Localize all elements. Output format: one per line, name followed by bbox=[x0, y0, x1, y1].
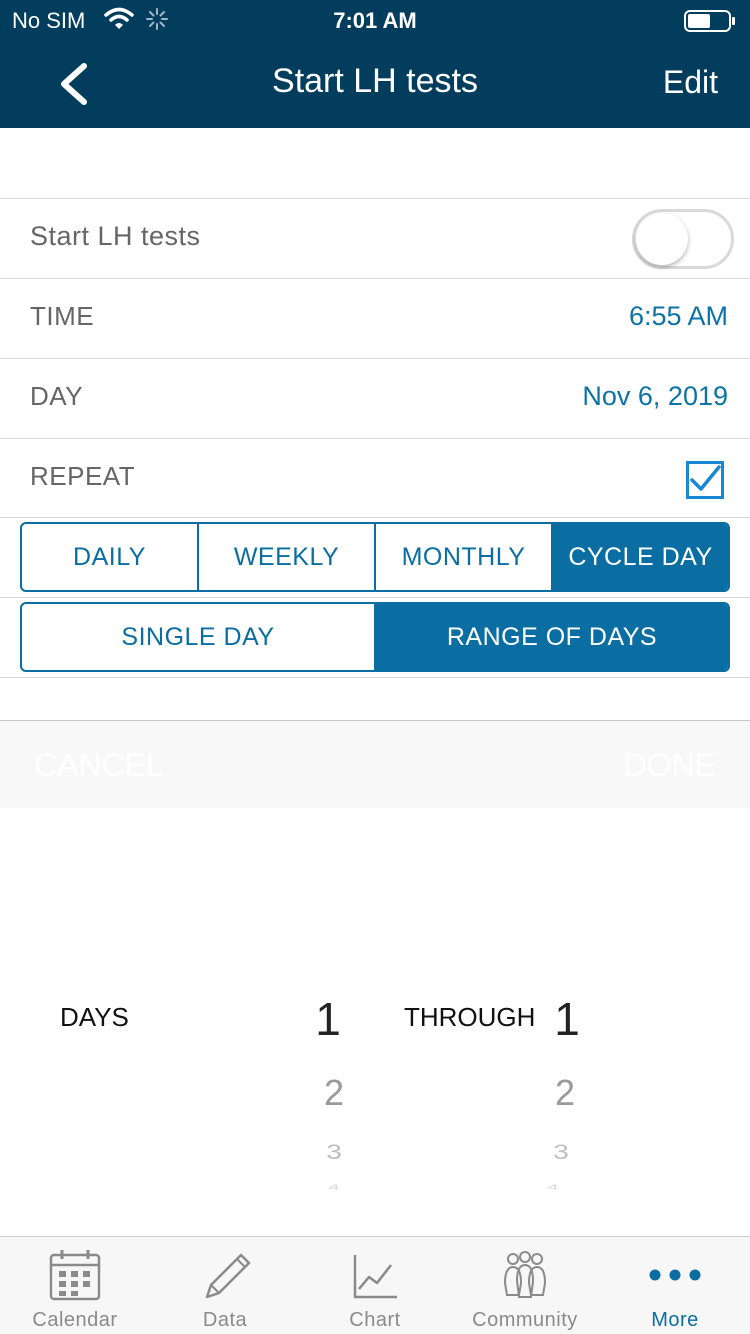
time-value[interactable]: 6:55 AM bbox=[629, 301, 728, 332]
to-day-option[interactable]: 4 bbox=[523, 1183, 583, 1191]
start-lh-tests-label: Start LH tests bbox=[30, 221, 201, 251]
picker-done-button[interactable]: DONE bbox=[624, 747, 716, 784]
picker-toolbar: CANCEL DONE bbox=[0, 720, 750, 808]
tab-data-label: Data bbox=[202, 1309, 248, 1331]
to-day-selected[interactable]: 1 bbox=[537, 992, 597, 1046]
picker-days-label: DAYS bbox=[60, 1002, 129, 1032]
range-mode-segmented-control: SINGLE DAY RANGE OF DAYS bbox=[20, 602, 730, 672]
day-row[interactable]: DAY Nov 6, 2019 bbox=[0, 358, 750, 438]
tab-bar: Calendar Data Chart Community More bbox=[0, 1236, 750, 1334]
toggle-knob bbox=[636, 213, 688, 265]
repeat-row: REPEAT bbox=[0, 438, 750, 518]
divider bbox=[0, 517, 750, 518]
status-time: 7:01 AM bbox=[333, 8, 417, 33]
more-icon bbox=[649, 1269, 701, 1281]
from-day-option[interactable]: 3 bbox=[304, 1140, 364, 1164]
page-title: Start LH tests bbox=[272, 62, 478, 100]
range-mode-single-day[interactable]: SINGLE DAY bbox=[22, 604, 376, 670]
tab-calendar[interactable]: Calendar bbox=[0, 1237, 150, 1334]
frequency-segmented-control: DAILY WEEKLY MONTHLY CYCLE DAY bbox=[20, 522, 730, 592]
tab-data[interactable]: Data bbox=[150, 1237, 300, 1334]
range-mode-range-of-days[interactable]: RANGE OF DAYS bbox=[376, 604, 728, 670]
repeat-label: REPEAT bbox=[30, 461, 136, 491]
community-icon bbox=[503, 1251, 547, 1298]
pencil-icon bbox=[205, 1253, 251, 1299]
back-button[interactable] bbox=[52, 60, 96, 108]
frequency-monthly[interactable]: MONTHLY bbox=[376, 524, 553, 590]
tab-community-label: Community bbox=[472, 1309, 578, 1331]
chart-icon bbox=[353, 1255, 397, 1299]
time-label: TIME bbox=[30, 301, 95, 331]
frequency-daily[interactable]: DAILY bbox=[22, 524, 199, 590]
from-day-option[interactable]: 4 bbox=[304, 1183, 364, 1191]
top-bar: No SIM 7:01 AM Start LH tests Edit bbox=[0, 0, 750, 128]
tab-more-label: More bbox=[651, 1309, 699, 1331]
picker-through-label: THROUGH bbox=[404, 1002, 536, 1032]
picker-cancel-button[interactable]: CANCEL bbox=[34, 747, 164, 784]
start-lh-tests-toggle[interactable] bbox=[632, 209, 734, 269]
calendar-icon bbox=[49, 1250, 101, 1301]
divider bbox=[0, 597, 750, 598]
checkmark-icon bbox=[690, 465, 721, 491]
from-day-selected[interactable]: 1 bbox=[298, 992, 358, 1046]
to-day-option[interactable]: 3 bbox=[531, 1140, 591, 1164]
tab-calendar-label: Calendar bbox=[32, 1309, 118, 1331]
edit-button[interactable]: Edit bbox=[663, 64, 718, 101]
frequency-cycle-day[interactable]: CYCLE DAY bbox=[553, 524, 728, 590]
from-day-option[interactable]: 2 bbox=[304, 1072, 364, 1114]
battery-icon bbox=[684, 10, 735, 32]
status-bar: No SIM 7:01 AM bbox=[0, 0, 750, 40]
tab-chart-label: Chart bbox=[349, 1309, 401, 1331]
day-value[interactable]: Nov 6, 2019 bbox=[582, 381, 728, 412]
days-range-picker[interactable]: DAYS THROUGH 1 2 3 4 1 2 3 4 bbox=[0, 808, 750, 1236]
day-label: DAY bbox=[30, 381, 84, 411]
divider bbox=[0, 677, 750, 678]
tab-chart[interactable]: Chart bbox=[300, 1237, 450, 1334]
repeat-checkbox[interactable] bbox=[686, 461, 724, 499]
tab-more[interactable]: More bbox=[600, 1237, 750, 1334]
frequency-weekly[interactable]: WEEKLY bbox=[199, 524, 376, 590]
tab-community[interactable]: Community bbox=[450, 1237, 600, 1334]
time-row[interactable]: TIME 6:55 AM bbox=[0, 278, 750, 358]
to-day-option[interactable]: 2 bbox=[535, 1072, 595, 1114]
start-lh-tests-row: Start LH tests bbox=[0, 198, 750, 278]
